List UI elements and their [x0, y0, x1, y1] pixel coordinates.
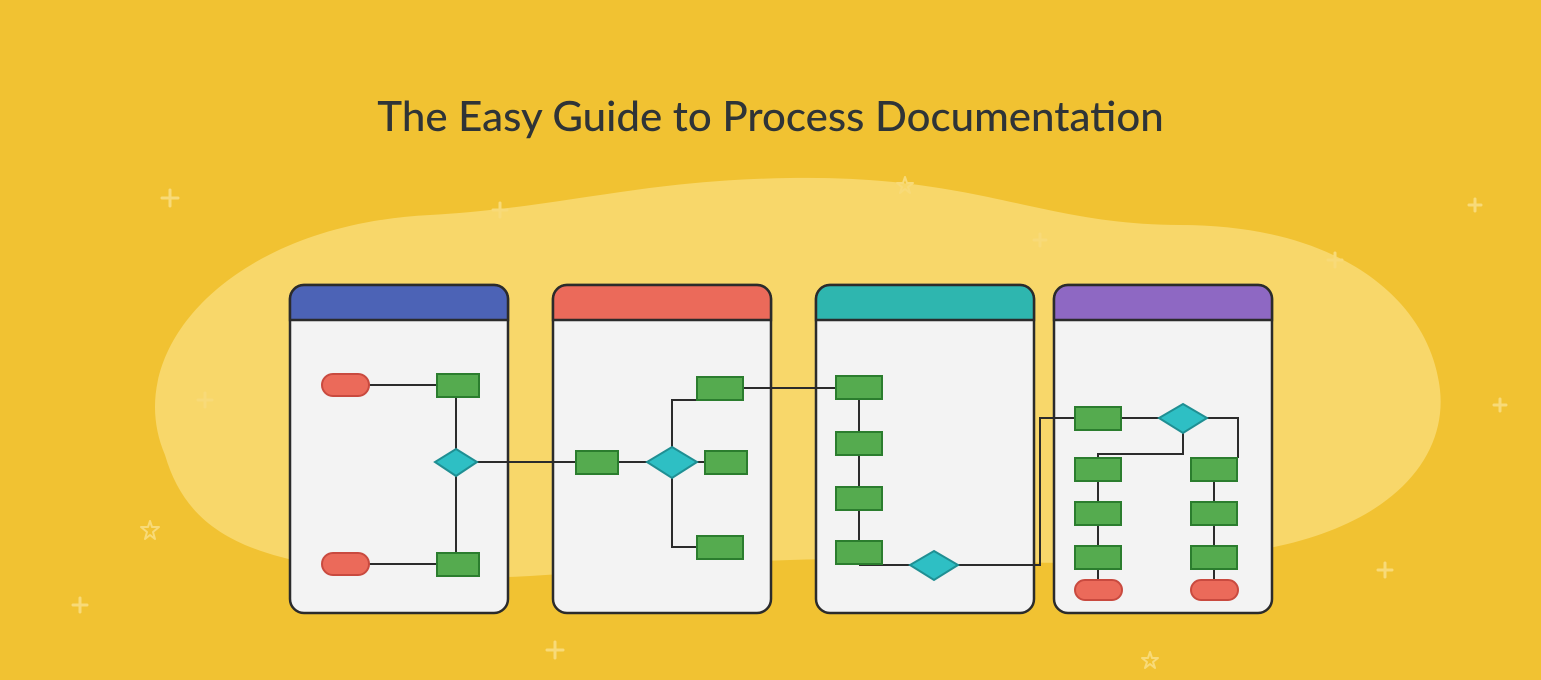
terminal-shape: [322, 553, 369, 575]
process-shape: [1075, 407, 1121, 430]
process-shape: [697, 377, 743, 400]
terminal-shape: [1191, 580, 1238, 600]
process-shape: [1075, 546, 1121, 569]
process-shape: [1191, 458, 1237, 481]
process-shape: [437, 553, 479, 576]
panel-header: [1054, 285, 1272, 320]
process-shape: [1191, 502, 1237, 525]
process-shape: [1075, 458, 1121, 481]
process-shape: [836, 376, 882, 399]
diagram-canvas: [0, 0, 1541, 680]
panel-header: [816, 285, 1034, 320]
terminal-shape: [322, 374, 369, 396]
process-shape: [1191, 546, 1237, 569]
process-shape: [705, 451, 747, 474]
panel-header: [290, 285, 508, 320]
illustration-stage: The Easy Guide to Process Documentation: [0, 0, 1541, 680]
process-shape: [697, 536, 743, 559]
process-shape: [576, 451, 618, 474]
panel-header: [553, 285, 771, 320]
process-shape: [836, 432, 882, 455]
process-shape: [836, 541, 882, 564]
terminal-shape: [1075, 580, 1122, 600]
process-shape: [437, 374, 479, 397]
process-shape: [1075, 502, 1121, 525]
process-shape: [836, 487, 882, 510]
panel-2: [553, 285, 771, 613]
